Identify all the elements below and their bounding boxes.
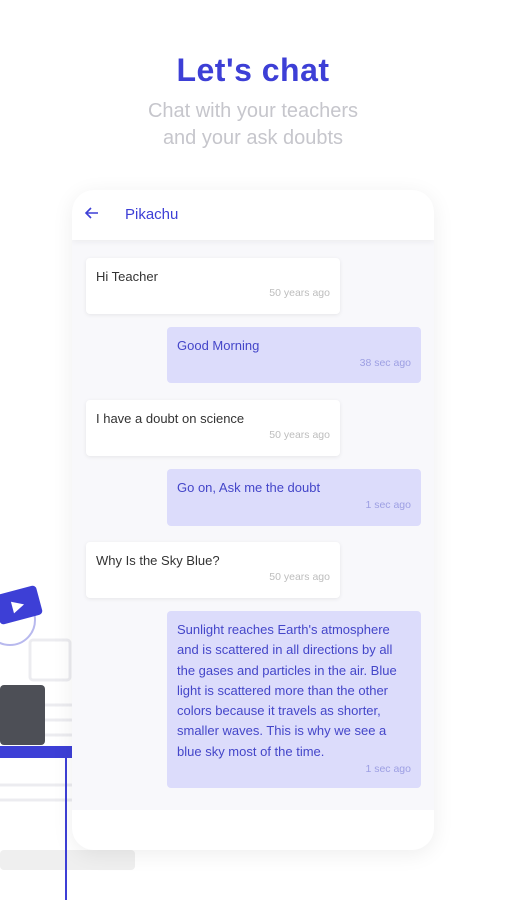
message-outgoing: Go on, Ask me the doubt 1 sec ago [167, 469, 421, 526]
message-text: I have a doubt on science [96, 411, 245, 426]
message-outgoing: Sunlight reaches Earth's atmosphere and … [167, 611, 421, 788]
page-subtitle: Chat with your teachers and your ask dou… [0, 98, 506, 152]
message-time: 1 sec ago [365, 763, 411, 775]
arrow-left-icon[interactable] [84, 205, 100, 221]
message-time: 38 sec ago [359, 357, 411, 369]
message-time: 50 years ago [269, 571, 330, 583]
desk-shadow [0, 850, 135, 870]
desk-surface [0, 746, 72, 758]
message-time: 50 years ago [269, 429, 330, 441]
subtitle-line-1: Chat with your teachers [147, 100, 359, 122]
message-text: Good Morning [177, 338, 260, 353]
message-incoming: Hi Teacher 50 years ago [86, 258, 340, 314]
message-incoming: Why Is the Sky Blue? 50 years ago [86, 542, 340, 598]
message-incoming: I have a doubt on science 50 years ago [86, 400, 340, 456]
message-outgoing: Good Morning 38 sec ago [167, 327, 421, 383]
contact-name[interactable]: Pikachu [125, 206, 178, 223]
message-text: Why Is the Sky Blue? [96, 553, 220, 568]
message-text: Hi Teacher [96, 269, 158, 284]
page-title: Let's chat [176, 52, 330, 88]
chat-bottom-bar [72, 810, 434, 850]
laptop-screen [0, 685, 45, 745]
chat-header: Pikachu [72, 190, 434, 240]
chat-phone-card: Pikachu Hi Teacher 50 years ago Good Mor… [72, 190, 434, 850]
message-time: 50 years ago [269, 287, 330, 299]
subtitle-line-2: and your ask doubts [162, 127, 344, 149]
message-text: Sunlight reaches Earth's atmosphere and … [177, 622, 397, 759]
message-time: 1 sec ago [365, 499, 411, 511]
message-text: Go on, Ask me the doubt [177, 480, 321, 495]
